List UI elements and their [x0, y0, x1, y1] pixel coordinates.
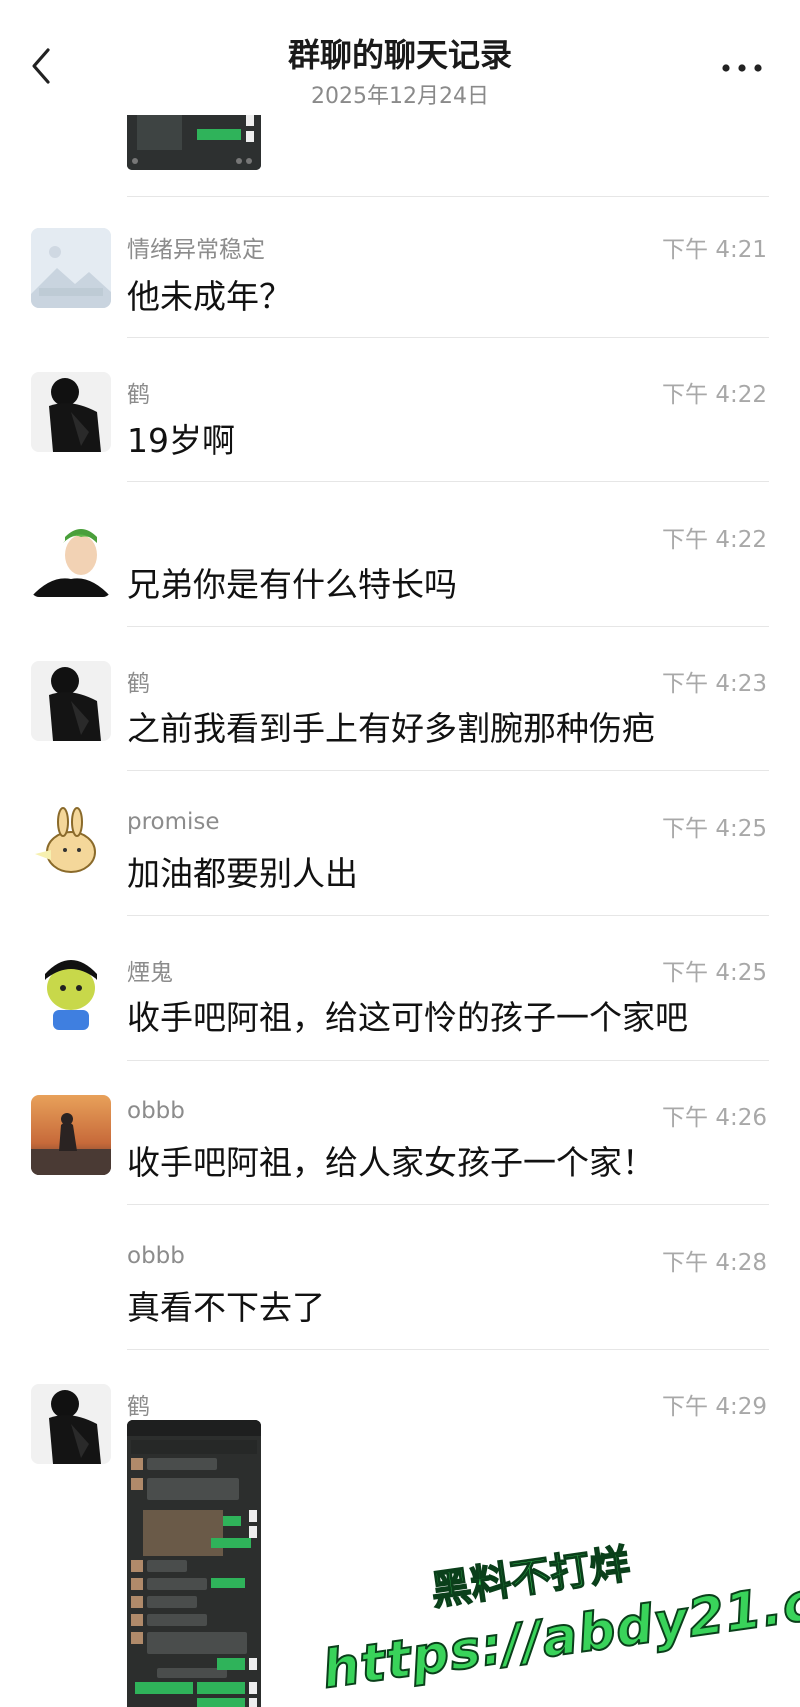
page-title: 群聊的聊天记录 [287, 36, 512, 74]
message-time: 下午 4:28 [662, 1250, 767, 1276]
message-time: 下午 4:25 [662, 960, 767, 986]
green-hair-cartoon-avatar[interactable] [31, 517, 111, 597]
divider [127, 1204, 769, 1205]
green-face-doll-avatar[interactable] [31, 950, 111, 1030]
message-text: 收手吧阿祖，给这可怜的孩子一个家吧 [127, 998, 688, 1037]
divider [127, 1349, 769, 1350]
sender-name: 情绪异常稳定 [127, 237, 265, 263]
divider [127, 626, 769, 627]
divider [127, 481, 769, 482]
screenshot-image-attachment[interactable] [127, 1420, 261, 1707]
sender-name: 鹤 [127, 1394, 150, 1420]
sender-name: promise [127, 809, 220, 835]
message-text: 19岁啊 [127, 421, 235, 460]
sender-name: 鹤 [127, 671, 150, 697]
message-text: 加油都要别人出 [127, 854, 358, 893]
divider [127, 915, 769, 916]
message-text: 之前我看到手上有好多割腕那种伤疤 [127, 709, 655, 748]
message-time: 下午 4:22 [662, 527, 767, 553]
message-time: 下午 4:23 [662, 671, 767, 697]
message-time: 下午 4:22 [662, 382, 767, 408]
header-bar: 群聊的聊天记录 2025年12月24日 [0, 0, 800, 115]
divider [127, 196, 769, 197]
sender-name: obbb [127, 1243, 185, 1269]
message-time: 下午 4:21 [662, 237, 767, 263]
sunset-photo-avatar[interactable] [31, 1095, 111, 1175]
divider [127, 337, 769, 338]
message-text: 真看不下去了 [127, 1288, 325, 1327]
shared-image-thumbnail[interactable] [127, 115, 261, 170]
message-text: 他未成年？ [127, 277, 292, 316]
dark-figure-avatar[interactable] [31, 1384, 111, 1464]
divider [127, 1060, 769, 1061]
sender-name: 鹤 [127, 382, 150, 408]
dark-figure-avatar[interactable] [31, 661, 111, 741]
bunny-cartoon-avatar[interactable] [31, 806, 111, 886]
message-text: 兄弟你是有什么特长吗 [127, 565, 457, 604]
message-time: 下午 4:29 [662, 1394, 767, 1420]
message-time: 下午 4:26 [662, 1105, 767, 1131]
chat-date: 2025年12月24日 [311, 84, 489, 109]
sender-name: 煙鬼 [127, 960, 173, 986]
more-icon[interactable] [720, 56, 764, 80]
message-text: 收手吧阿祖，给人家女孩子一个家！ [127, 1143, 655, 1182]
divider [127, 770, 769, 771]
landscape-placeholder-avatar[interactable] [31, 228, 111, 308]
message-time: 下午 4:25 [662, 816, 767, 842]
sender-name: obbb [127, 1098, 185, 1124]
dark-figure-avatar[interactable] [31, 372, 111, 452]
